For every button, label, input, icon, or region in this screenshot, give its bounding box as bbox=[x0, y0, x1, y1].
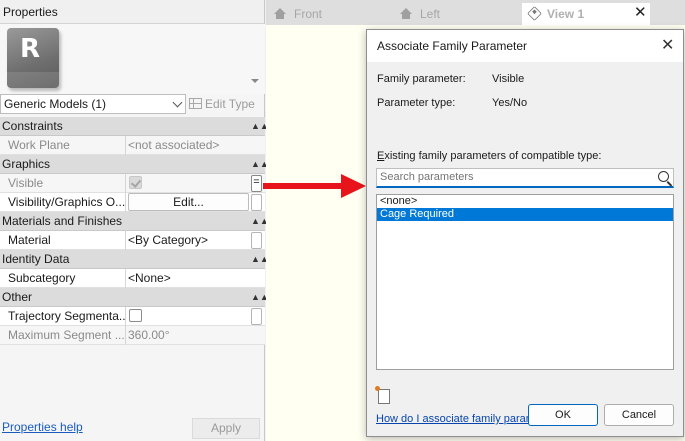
tab-view-1[interactable]: View 1 bbox=[522, 3, 650, 25]
property-row-visible: Visible = bbox=[0, 174, 265, 193]
property-name: Visible bbox=[0, 174, 126, 193]
parameter-type-label: Parameter type: bbox=[377, 97, 456, 109]
3d-view-icon bbox=[527, 6, 542, 21]
property-name: Maximum Segment ... bbox=[0, 326, 126, 345]
type-selector-value: Generic Models (1) bbox=[4, 97, 107, 111]
dialog-title: Associate Family Parameter bbox=[377, 39, 528, 53]
property-value: 360.00° bbox=[128, 328, 170, 342]
chevron-down-icon bbox=[172, 97, 183, 108]
search-parameters-box[interactable] bbox=[376, 168, 674, 188]
dialog-titlebar[interactable]: Associate Family Parameter ✕ bbox=[367, 30, 683, 62]
type-scroll-down-icon[interactable] bbox=[251, 79, 259, 83]
parameter-type-value: Yes/No bbox=[492, 97, 528, 109]
cancel-button[interactable]: Cancel bbox=[604, 404, 674, 426]
group-graphics[interactable]: Graphics ▲▲ bbox=[0, 155, 269, 174]
group-constraints[interactable]: Constraints ▲▲ bbox=[0, 117, 269, 136]
tab-left[interactable]: Left bbox=[400, 3, 440, 25]
trajectory-checkbox[interactable] bbox=[129, 309, 142, 322]
home-icon bbox=[400, 8, 412, 19]
property-row-trajectory: Trajectory Segmenta... bbox=[0, 307, 265, 326]
property-name: Trajectory Segmenta... bbox=[0, 307, 126, 326]
family-parameter-value: Visible bbox=[492, 73, 525, 85]
family-parameter-label: Family parameter: bbox=[377, 73, 466, 85]
associate-family-parameter-dialog: Associate Family Parameter ✕ Family para… bbox=[366, 29, 684, 437]
tab-label: Left bbox=[420, 7, 441, 21]
existing-parameters-label: Existing family parameters of compatible… bbox=[377, 150, 601, 162]
properties-title: Properties bbox=[0, 0, 264, 24]
properties-palette: Properties R Generic Models (1) Edit Typ… bbox=[0, 0, 269, 441]
red-arrow-annotation bbox=[263, 174, 366, 198]
property-row-visibility-graphics: Visibility/Graphics O... Edit... bbox=[0, 193, 265, 212]
tab-label: View 1 bbox=[547, 7, 585, 21]
group-label: Identity Data bbox=[2, 252, 70, 266]
group-other[interactable]: Other ▲▲ bbox=[0, 288, 269, 307]
label-text: xisting family parameters of compatible … bbox=[384, 150, 602, 162]
property-name: Work Plane bbox=[0, 136, 126, 155]
type-selector-dropdown[interactable]: Generic Models (1) bbox=[0, 94, 186, 114]
edit-type-label: Edit Type bbox=[205, 97, 255, 111]
property-value bbox=[127, 174, 251, 193]
associate-parameter-button[interactable] bbox=[251, 194, 262, 211]
list-item-none[interactable]: <none> bbox=[377, 195, 673, 208]
group-label: Materials and Finishes bbox=[2, 214, 123, 228]
parameter-list[interactable]: <none> Cage Required bbox=[376, 194, 674, 370]
property-row-subcategory: Subcategory <None> bbox=[0, 269, 265, 288]
tab-label: Front bbox=[294, 7, 323, 21]
group-label: Constraints bbox=[2, 119, 63, 133]
property-name: Visibility/Graphics O... bbox=[0, 193, 126, 212]
edit-visibility-button[interactable]: Edit... bbox=[128, 193, 249, 211]
dialog-body: Family parameter: Visible Parameter type… bbox=[367, 62, 683, 436]
property-name: Material bbox=[0, 231, 126, 250]
close-tab-icon[interactable]: ✕ bbox=[634, 3, 647, 23]
ok-button[interactable]: OK bbox=[528, 404, 598, 426]
associate-parameter-button[interactable] bbox=[251, 232, 262, 249]
revit-family-icon: R bbox=[7, 28, 59, 88]
group-label: Graphics bbox=[2, 157, 51, 171]
property-value[interactable]: <By Category> bbox=[127, 231, 251, 250]
visible-checkbox bbox=[129, 176, 142, 189]
property-row-work-plane: Work Plane <not associated> bbox=[0, 136, 265, 155]
group-materials[interactable]: Materials and Finishes ▲▲ bbox=[0, 212, 269, 231]
search-input[interactable] bbox=[380, 169, 650, 185]
group-label: Other bbox=[2, 290, 33, 304]
properties-help-link[interactable]: Properties help bbox=[2, 420, 83, 434]
tab-front[interactable]: Front bbox=[274, 3, 322, 25]
edit-type-icon bbox=[189, 98, 202, 109]
type-selector-row: Generic Models (1) Edit Type bbox=[0, 94, 265, 116]
property-value bbox=[127, 307, 251, 326]
group-identity-data[interactable]: Identity Data ▲▲ bbox=[0, 250, 269, 269]
apply-button[interactable]: Apply bbox=[192, 418, 260, 439]
edit-type-button[interactable]: Edit Type bbox=[189, 95, 263, 113]
property-row-max-segment: Maximum Segment ... 360.00° bbox=[0, 326, 265, 345]
close-icon[interactable]: ✕ bbox=[661, 35, 674, 55]
type-preview: R bbox=[0, 24, 265, 94]
property-grid: Constraints ▲▲ Work Plane <not associate… bbox=[0, 117, 269, 345]
property-row-material: Material <By Category> bbox=[0, 231, 265, 250]
new-parameter-icon[interactable] bbox=[375, 386, 390, 404]
associate-parameter-button[interactable] bbox=[251, 308, 262, 325]
list-item-cage-required[interactable]: Cage Required bbox=[377, 208, 673, 221]
associate-parameter-button[interactable]: = bbox=[251, 175, 262, 192]
property-name: Subcategory bbox=[0, 269, 126, 288]
view-tab-bar: Front Left View 1 ✕ bbox=[266, 0, 685, 25]
property-value[interactable]: <None> bbox=[127, 269, 251, 288]
home-icon bbox=[274, 8, 286, 19]
property-value: <not associated> bbox=[128, 138, 220, 152]
search-icon[interactable] bbox=[658, 171, 669, 182]
